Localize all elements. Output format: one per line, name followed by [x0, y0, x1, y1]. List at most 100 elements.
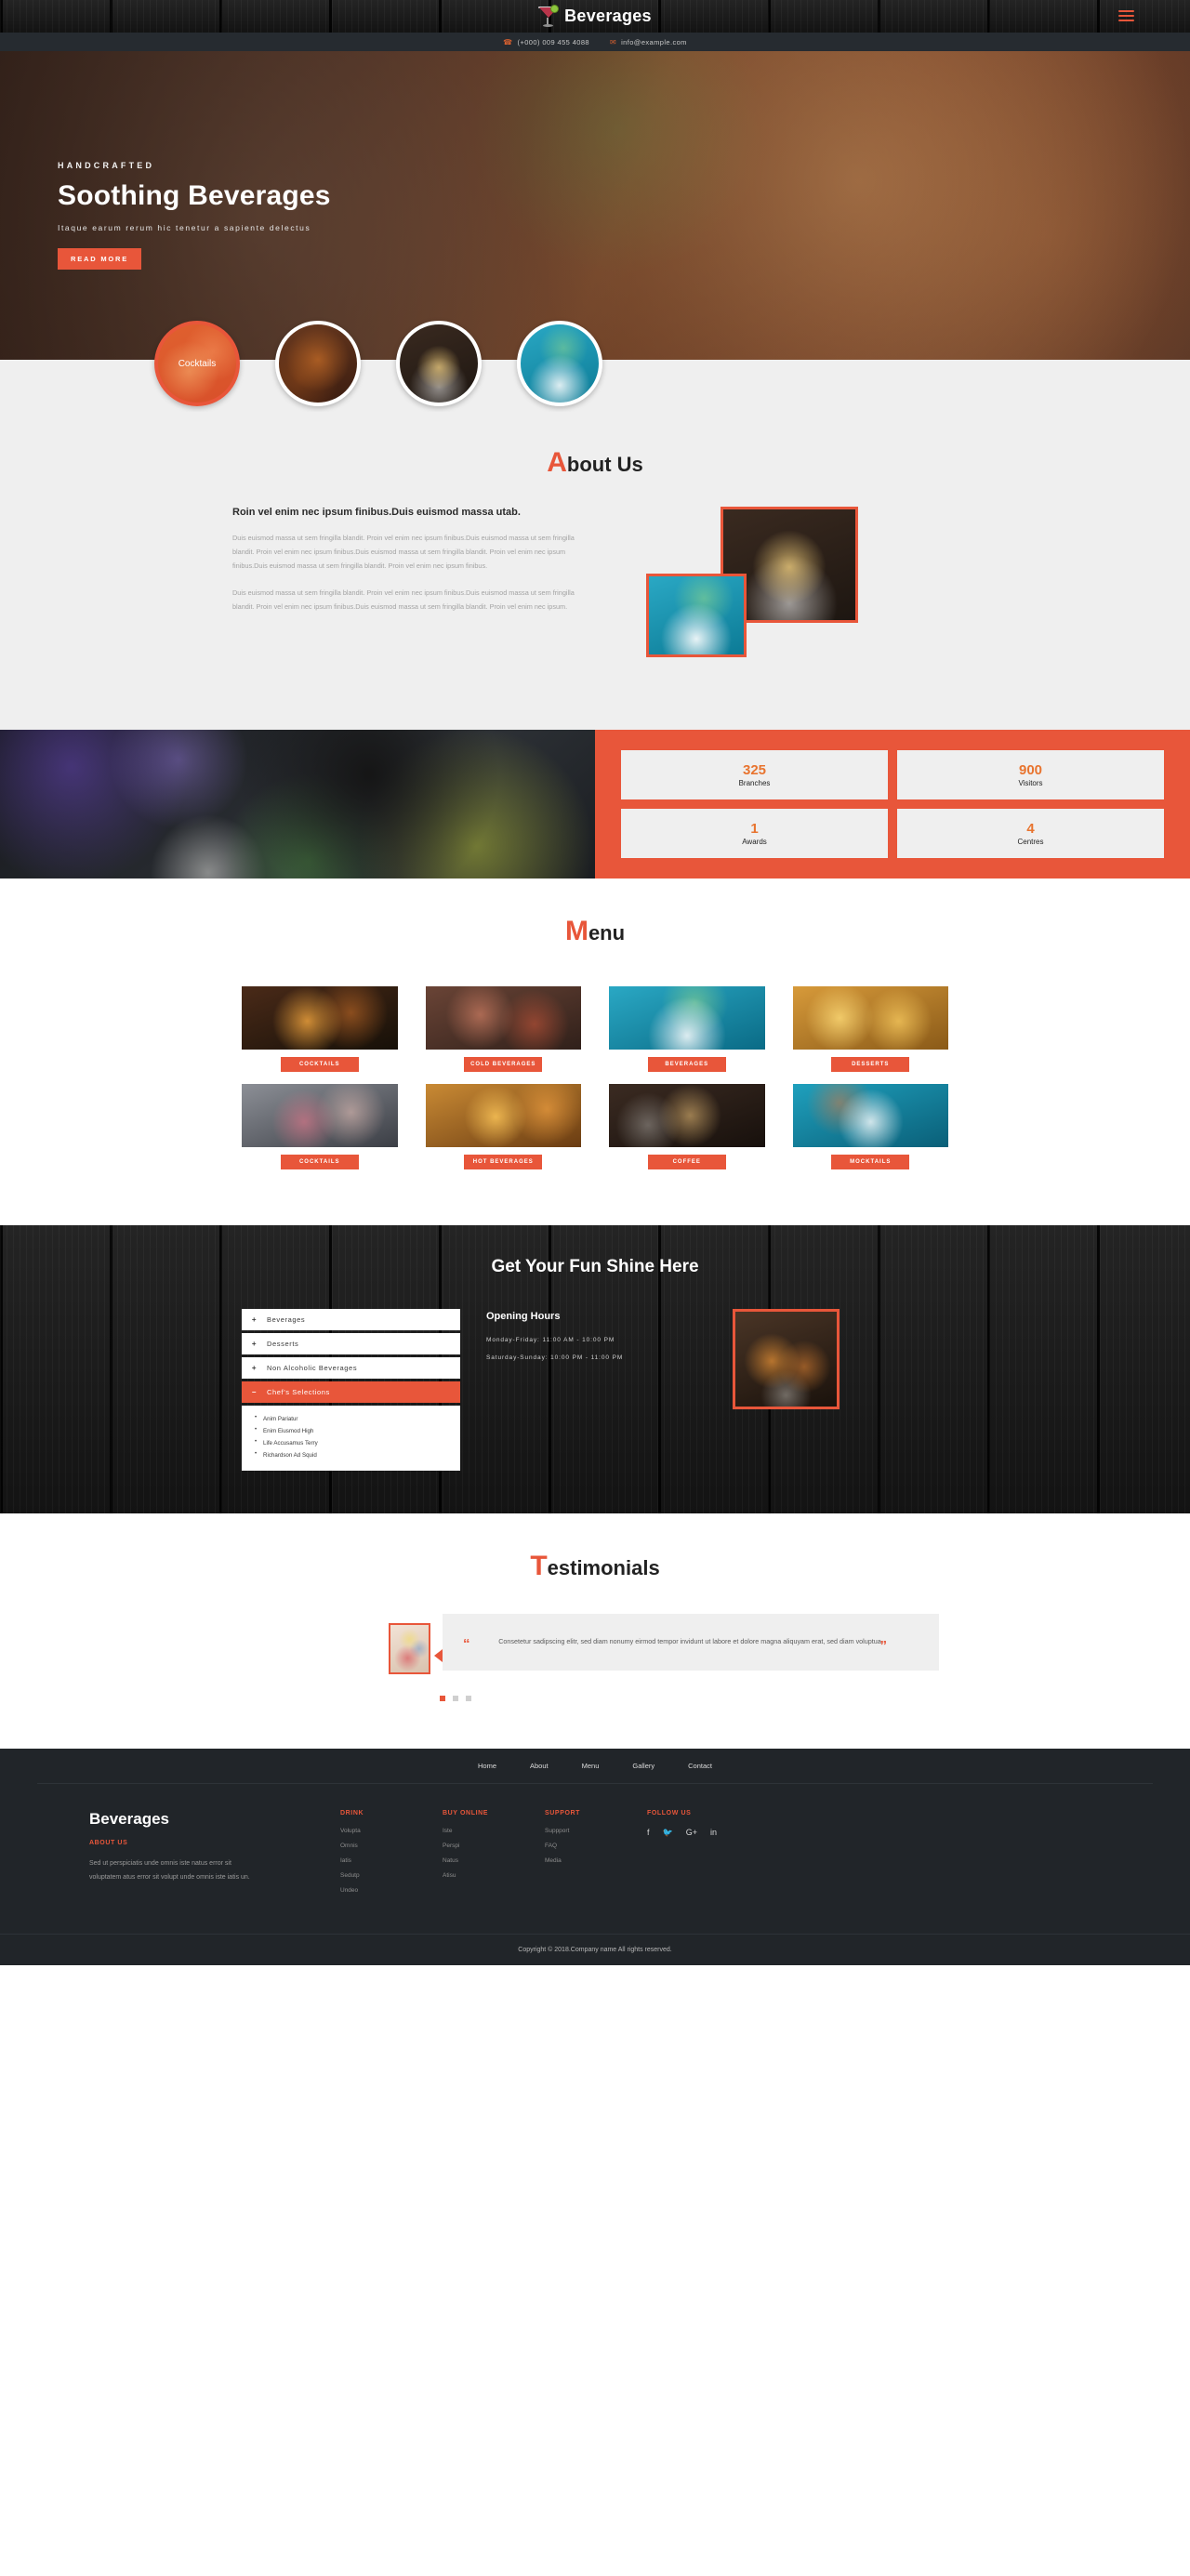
accordion-label-desserts: Desserts: [267, 1340, 299, 1348]
stat-branches: 325 Branches: [621, 750, 888, 799]
footer-link-buy-online[interactable]: Natus: [443, 1857, 545, 1864]
circle-hot-drink[interactable]: [396, 321, 482, 406]
linkedin-icon[interactable]: in: [710, 1828, 717, 1838]
footer-columns: Beverages ABOUT US Sed ut perspiciatis u…: [0, 1784, 1190, 1934]
social-links: f 🐦 G+ in: [647, 1828, 749, 1838]
menu-thumb-beverages: [609, 986, 765, 1050]
footer-nav-menu[interactable]: Menu: [582, 1762, 600, 1770]
testimonial-text: Consetetur sadipscing elitr, sed diam no…: [498, 1637, 883, 1645]
footer-link-drink[interactable]: Sedutp: [340, 1872, 443, 1879]
footer-link-drink[interactable]: Iatis: [340, 1857, 443, 1864]
footer-link-drink[interactable]: Omnis: [340, 1843, 443, 1849]
accordion-label-beverages: Beverages: [267, 1315, 306, 1324]
accordion-panel-item: Enim Eiusmod High: [255, 1425, 447, 1437]
footer-about-text: Sed ut perspiciatis unde omnis iste natu…: [89, 1860, 250, 1881]
accordion-item-non-alcoholic[interactable]: + Non Alcoholic Beverages: [242, 1357, 460, 1379]
footer-nav-contact[interactable]: Contact: [688, 1762, 712, 1770]
about-heading-rest: bout Us: [566, 453, 643, 476]
accordion-panel-item: Anim Pariatur: [255, 1413, 447, 1425]
about-photo-blue-drink: [646, 574, 747, 657]
menu-card-beverages[interactable]: BEVERAGES: [609, 986, 765, 1072]
footer-link-buy-online[interactable]: Iste: [443, 1828, 545, 1834]
menu-heading: Menu: [0, 916, 1190, 947]
hero-subtitle: Itaque earum rerum hic tenetur a sapient…: [58, 223, 311, 232]
menu-label-desserts[interactable]: DESSERTS: [831, 1057, 910, 1072]
about-paragraph-2: Duis euismod massa ut sem fringilla blan…: [232, 588, 575, 611]
read-more-button[interactable]: READ MORE: [58, 248, 142, 270]
hero-banner: HANDCRAFTED Soothing Beverages Itaque ea…: [0, 51, 1190, 360]
footer-link-drink[interactable]: Undeo: [340, 1887, 443, 1894]
cocktail-glass-icon: [538, 4, 560, 29]
footer-nav-gallery[interactable]: Gallery: [632, 1762, 654, 1770]
circle-cocktails[interactable]: Cocktails: [154, 321, 240, 406]
facebook-icon[interactable]: f: [647, 1828, 650, 1838]
about-image-column: [614, 507, 1004, 693]
menu-label-mocktails[interactable]: MOCKTAILS: [831, 1155, 910, 1169]
hero-content: HANDCRAFTED Soothing Beverages Itaque ea…: [58, 161, 331, 270]
footer-link-support[interactable]: Suppport: [545, 1828, 647, 1834]
menu-label-coffee[interactable]: COFFEE: [647, 1155, 726, 1169]
carousel-dot-2[interactable]: [453, 1696, 458, 1701]
fun-body: + Beverages + Desserts + Non Alcoholic B…: [242, 1309, 948, 1471]
menu-label-cocktails-2[interactable]: COCKTAILS: [280, 1155, 359, 1169]
menu-card-mocktails[interactable]: MOCKTAILS: [792, 1084, 948, 1169]
menu-label-beverages[interactable]: BEVERAGES: [647, 1057, 726, 1072]
menu-section: Menu COCKTAILS COLD BEVERAGES BEVERAGES …: [0, 878, 1190, 1225]
about-section: About Us Roin vel enim nec ipsum finibus…: [0, 412, 1190, 730]
carousel-dot-3[interactable]: [466, 1696, 472, 1701]
footer-link-buy-online[interactable]: Atisu: [443, 1872, 545, 1879]
avatar: [389, 1623, 430, 1674]
testimonials-heading-cap: T: [530, 1551, 548, 1581]
footer-nav: Home About Menu Gallery Contact: [37, 1749, 1153, 1784]
menu-card-cold-beverages[interactable]: COLD BEVERAGES: [425, 986, 581, 1072]
menu-thumb-coffee: [609, 1084, 765, 1147]
fun-photo-coffee-glasses: [733, 1309, 840, 1409]
about-heading-cap: A: [547, 447, 567, 478]
stat-visitors: 900 Visitors: [897, 750, 1164, 799]
google-plus-icon[interactable]: G+: [686, 1828, 697, 1838]
footer-link-support[interactable]: FAQ: [545, 1843, 647, 1849]
menu-card-cocktails-2[interactable]: COCKTAILS: [242, 1084, 398, 1169]
menu-card-desserts[interactable]: DESSERTS: [792, 986, 948, 1072]
menu-thumb-cocktails-1: [242, 986, 398, 1050]
speech-arrow-icon: [434, 1649, 443, 1662]
menu-card-hot-beverages[interactable]: HOT BEVERAGES: [425, 1084, 581, 1169]
footer-column-support-title: SUPPORT: [545, 1810, 581, 1816]
logo[interactable]: Beverages: [538, 4, 652, 29]
stats-grid: 325 Branches 900 Visitors 1 Awards 4 Cen…: [595, 730, 1190, 878]
footer-nav-about[interactable]: About: [530, 1762, 549, 1770]
twitter-icon[interactable]: 🐦: [663, 1828, 673, 1838]
menu-card-coffee[interactable]: COFFEE: [609, 1084, 765, 1169]
footer-column-support: SUPPORT Suppport FAQ Media: [545, 1810, 647, 1902]
circle-cocktails-label: Cocktails: [178, 358, 217, 369]
accordion-label-chefs-selections: Chef's Selections: [267, 1388, 330, 1396]
menu-label-cocktails-1[interactable]: COCKTAILS: [280, 1057, 359, 1072]
menu-card-cocktails-1[interactable]: COCKTAILS: [242, 986, 398, 1072]
footer-link-buy-online[interactable]: Perspi: [443, 1843, 545, 1849]
circle-cold-drink[interactable]: [275, 321, 361, 406]
hamburger-menu-icon[interactable]: [1118, 10, 1134, 24]
accordion: + Beverages + Desserts + Non Alcoholic B…: [242, 1309, 460, 1471]
contact-phone[interactable]: ☎ (+000) 009 455 4088: [503, 38, 589, 46]
site-footer: Home About Menu Gallery Contact Beverage…: [0, 1749, 1190, 1965]
accordion-item-chefs-selections[interactable]: – Chef's Selections: [242, 1381, 460, 1403]
menu-label-cold-beverages[interactable]: COLD BEVERAGES: [464, 1057, 543, 1072]
accordion-item-desserts[interactable]: + Desserts: [242, 1333, 460, 1354]
envelope-icon: ✉: [610, 37, 617, 46]
fun-section: Get Your Fun Shine Here + Beverages + De…: [0, 1225, 1190, 1513]
circle-blue-mocktail[interactable]: [517, 321, 602, 406]
testimonials-heading: Testimonials: [0, 1551, 1190, 1582]
hero-kicker: HANDCRAFTED: [58, 161, 155, 170]
testimonial-item: “ Consetetur sadipscing elitr, sed diam …: [251, 1614, 939, 1674]
footer-link-drink[interactable]: Volupta: [340, 1828, 443, 1834]
quote-close-icon: ”: [879, 1637, 888, 1654]
stat-awards-number: 1: [750, 821, 759, 837]
accordion-item-beverages[interactable]: + Beverages: [242, 1309, 460, 1330]
carousel-dot-1[interactable]: [439, 1696, 445, 1701]
testimonial-card: “ Consetetur sadipscing elitr, sed diam …: [443, 1614, 939, 1671]
contact-email[interactable]: ✉ info@example.com: [610, 38, 687, 46]
footer-nav-home[interactable]: Home: [478, 1762, 496, 1770]
menu-label-hot-beverages[interactable]: HOT BEVERAGES: [464, 1155, 543, 1169]
footer-link-support[interactable]: Media: [545, 1857, 647, 1864]
stats-photo-cafe: [0, 730, 595, 878]
